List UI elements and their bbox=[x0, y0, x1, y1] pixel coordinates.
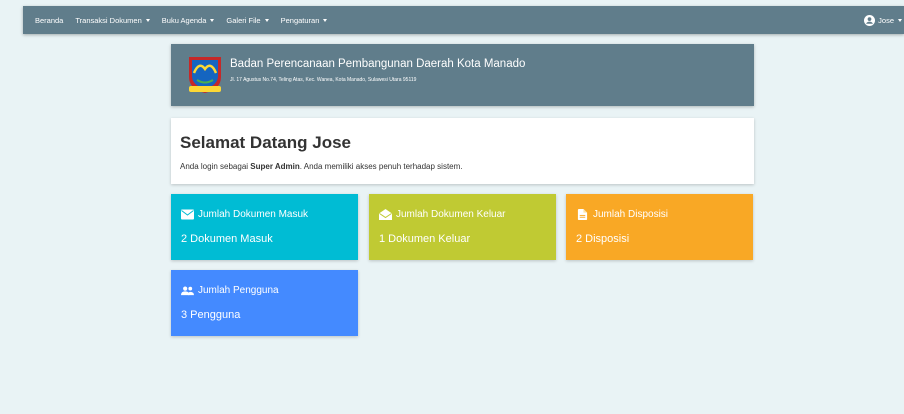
nav-buku-agenda-label: Buku Agenda bbox=[161, 15, 207, 25]
caret-down-icon bbox=[145, 18, 150, 22]
card-dokumen-keluar-value: 1 Dokumen Keluar bbox=[379, 233, 471, 245]
caret-down-icon bbox=[323, 18, 328, 22]
user-menu[interactable]: Jose bbox=[864, 6, 902, 34]
nav-buku-agenda[interactable]: Buku Agenda bbox=[162, 16, 215, 25]
nav-galeri-file[interactable]: Galeri File bbox=[226, 15, 269, 25]
user-circle-icon bbox=[864, 14, 876, 26]
welcome-title: Selamat Datang Jose bbox=[180, 133, 352, 152]
organization-name: Badan Perencanaan Pembangunan Daerah Kot… bbox=[230, 58, 526, 70]
welcome-text-before: Anda login sebagai bbox=[180, 162, 251, 171]
nav-pengaturan-label: Pengaturan bbox=[280, 15, 320, 25]
card-dokumen-masuk-title: Jumlah Dokumen Masuk bbox=[181, 209, 308, 220]
welcome-message: Anda login sebagai Super Admin. Anda mem… bbox=[180, 162, 463, 171]
card-dokumen-masuk[interactable]: Jumlah Dokumen Masuk 2 Dokumen Masuk bbox=[171, 194, 358, 260]
user-role: Super Admin bbox=[250, 162, 300, 171]
card-dokumen-masuk-value: 2 Dokumen Masuk bbox=[181, 233, 273, 245]
card-dokumen-keluar-title-label: Jumlah Dokumen Keluar bbox=[396, 209, 506, 220]
nav-transaksi-dokumen-label: Transaksi Dokumen bbox=[75, 15, 142, 25]
card-dokumen-keluar[interactable]: Jumlah Dokumen Keluar 1 Dokumen Keluar bbox=[369, 194, 556, 260]
nav-beranda-label: Beranda bbox=[35, 15, 64, 25]
people-icon bbox=[181, 285, 198, 296]
card-disposisi-title-label: Jumlah Disposisi bbox=[593, 209, 669, 220]
user-name: Jose bbox=[878, 15, 894, 25]
nav-transaksi-dokumen[interactable]: Transaksi Dokumen bbox=[75, 15, 150, 25]
caret-down-icon bbox=[210, 18, 215, 22]
card-disposisi-title: Jumlah Disposisi bbox=[576, 209, 668, 220]
envelope-icon bbox=[181, 209, 198, 220]
envelope-open-icon bbox=[379, 209, 396, 220]
card-pengguna[interactable]: Jumlah Pengguna 3 Pengguna bbox=[171, 270, 358, 336]
card-pengguna-title-label: Jumlah Pengguna bbox=[198, 285, 279, 296]
card-dokumen-masuk-title-label: Jumlah Dokumen Masuk bbox=[198, 209, 309, 220]
nav-beranda[interactable]: Beranda bbox=[35, 16, 63, 25]
document-icon bbox=[576, 209, 593, 220]
top-navbar: Beranda Transaksi Dokumen Buku Agenda Ga… bbox=[23, 6, 904, 34]
card-pengguna-title: Jumlah Pengguna bbox=[181, 285, 279, 296]
card-disposisi-value: 2 Disposisi bbox=[576, 233, 630, 245]
welcome-text-after: . Anda memiliki akses penuh terhadap sis… bbox=[299, 162, 463, 171]
nav-pengaturan[interactable]: Pengaturan bbox=[281, 16, 328, 25]
card-disposisi[interactable]: Jumlah Disposisi 2 Disposisi bbox=[566, 194, 753, 260]
manado-crest-logo bbox=[185, 53, 225, 95]
organization-header: Badan Perencanaan Pembangunan Daerah Kot… bbox=[171, 44, 754, 106]
welcome-panel: Selamat Datang Jose Anda login sebagai S… bbox=[171, 118, 754, 184]
card-pengguna-value: 3 Pengguna bbox=[181, 309, 241, 321]
organization-address: Jl. 17 Agustus No.74, Teling Atas, Kec. … bbox=[230, 77, 417, 83]
card-dokumen-keluar-title: Jumlah Dokumen Keluar bbox=[379, 209, 506, 220]
caret-down-icon bbox=[898, 18, 902, 22]
nav-galeri-file-label: Galeri File bbox=[226, 15, 261, 25]
caret-down-icon bbox=[264, 18, 269, 22]
